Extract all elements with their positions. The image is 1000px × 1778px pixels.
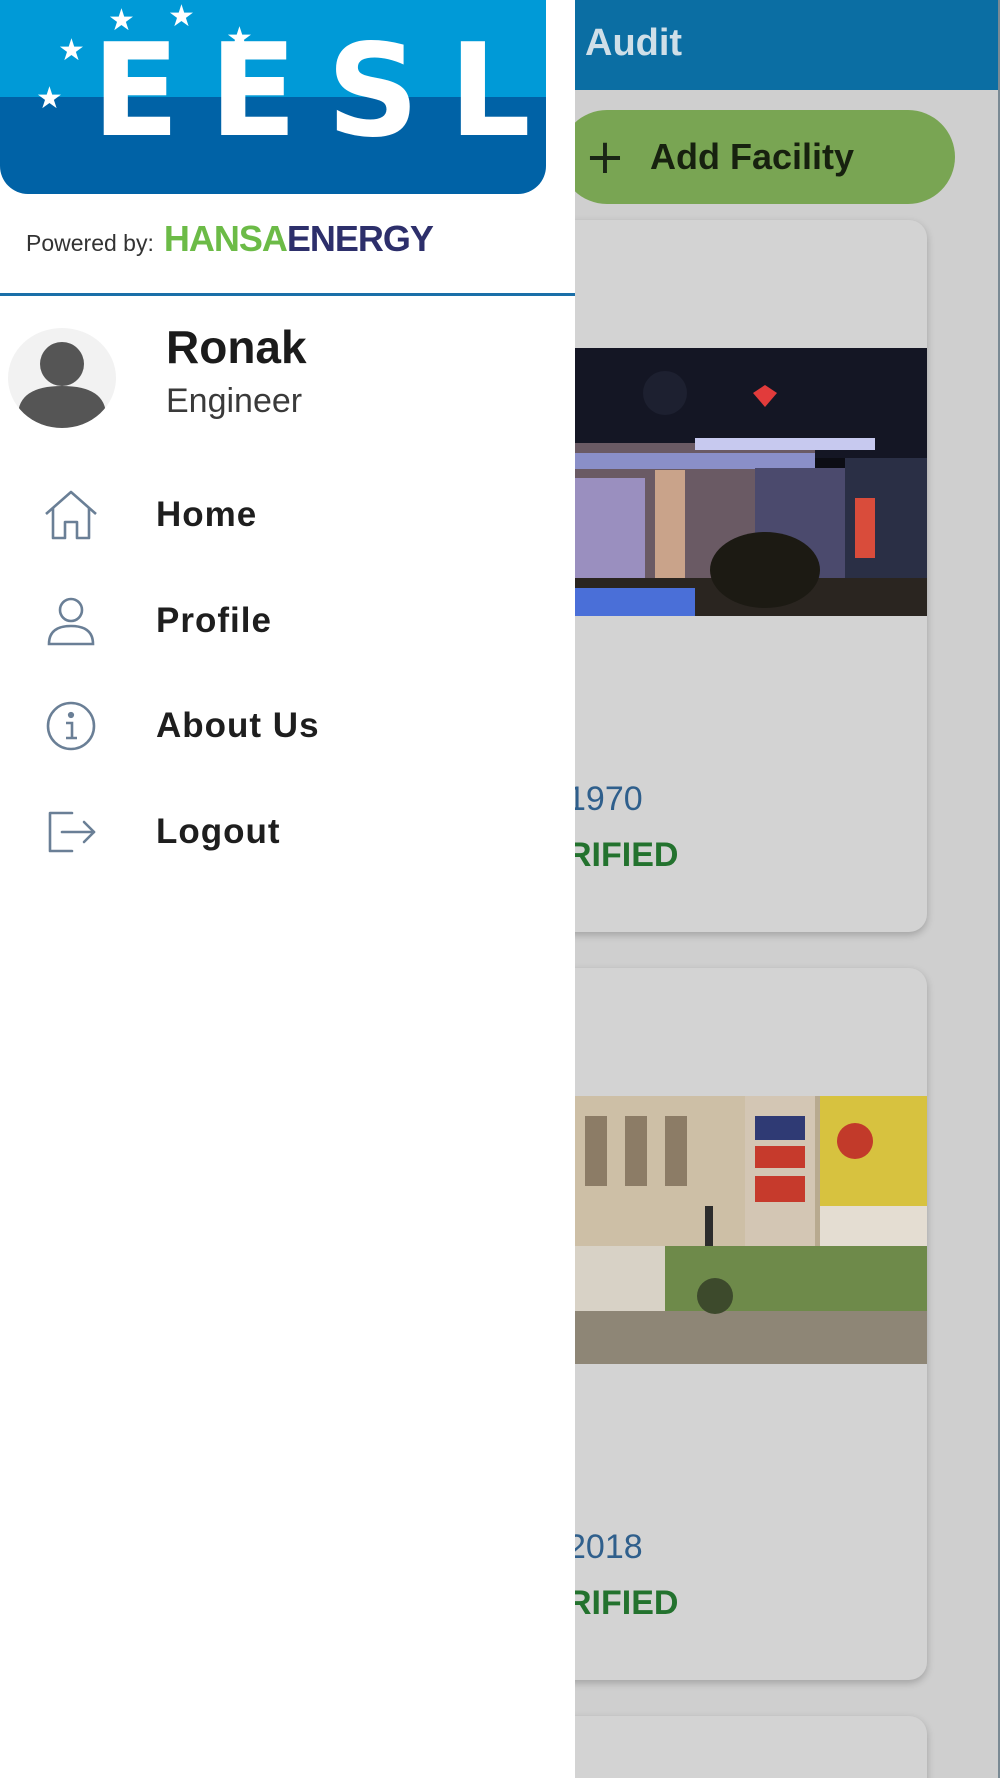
navigation-drawer: ★ ★ ★ ★ ★ EESL Powered by: HANSA ENERGY R… xyxy=(0,0,575,1778)
add-facility-label: Add Facility xyxy=(650,136,855,177)
menu-item-label: About Us xyxy=(156,706,320,745)
menu-item-logout[interactable]: Logout xyxy=(0,787,575,877)
brand-energy: ENERGY xyxy=(286,218,434,259)
app-bar-title: Audit xyxy=(585,22,683,64)
powered-by: Powered by: HANSA ENERGY xyxy=(26,218,434,260)
brand-hansa: HANSA xyxy=(163,218,288,259)
menu-item-home[interactable]: Home xyxy=(0,470,575,560)
avatar[interactable] xyxy=(8,328,116,428)
facility-status: RIFIED xyxy=(567,836,679,874)
facility-photo xyxy=(555,1096,927,1364)
logo-text: EESL xyxy=(92,17,546,166)
menu-item-label: Profile xyxy=(156,601,272,640)
facility-date: 1970 xyxy=(567,780,643,818)
facility-card[interactable]: 1970 RIFIED xyxy=(555,220,927,932)
star-icon: ★ xyxy=(58,33,85,68)
menu-item-label: Home xyxy=(156,495,258,534)
divider xyxy=(0,293,575,296)
home-icon xyxy=(42,486,100,544)
star-icon: ★ xyxy=(36,81,63,116)
facility-card[interactable]: 2018 RIFIED xyxy=(555,968,927,1680)
menu-item-profile[interactable]: Profile xyxy=(0,576,575,666)
info-icon xyxy=(42,697,100,755)
facility-photo xyxy=(555,348,927,616)
add-facility-button[interactable]: + Add Facility xyxy=(560,110,955,204)
user-role: Engineer xyxy=(166,382,303,420)
logout-icon xyxy=(42,803,100,861)
menu-item-label: Logout xyxy=(156,812,281,851)
menu-item-about[interactable]: About Us xyxy=(0,681,575,771)
facility-card[interactable] xyxy=(555,1716,927,1778)
facility-date: 2018 xyxy=(567,1528,643,1566)
user-name: Ronak xyxy=(166,321,307,373)
eesl-logo: ★ ★ ★ ★ ★ EESL xyxy=(0,0,546,194)
powered-by-label: Powered by: xyxy=(26,230,154,256)
user-icon xyxy=(42,592,100,650)
facility-status: RIFIED xyxy=(567,1584,679,1622)
